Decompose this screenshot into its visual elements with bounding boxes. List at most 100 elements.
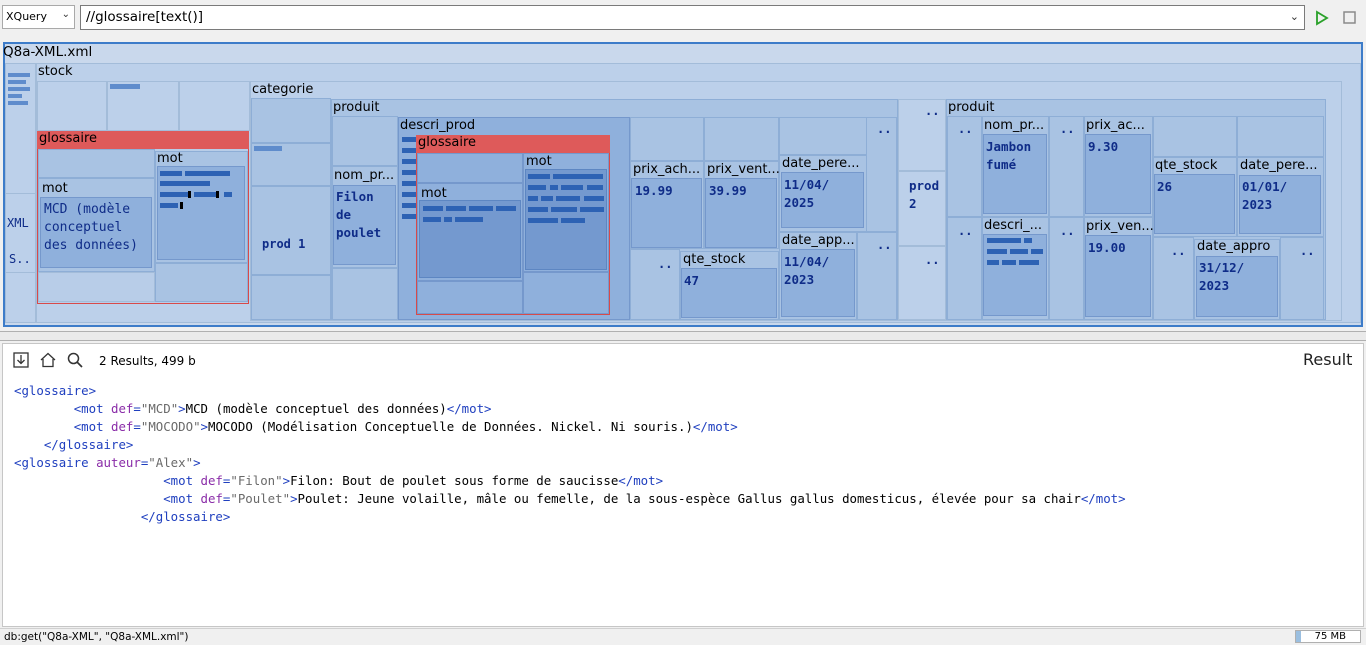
result-line: <mot def="MCD">MCD (modèle conceptuel de… [14, 400, 492, 418]
code-token-tag: > [290, 491, 298, 506]
search-icon[interactable] [66, 351, 84, 369]
map-bar [8, 87, 30, 91]
map-bar [8, 101, 28, 105]
code-token-tag: = [133, 401, 141, 416]
map-bar [1019, 260, 1039, 265]
map-node[interactable] [417, 281, 523, 314]
map-bar [188, 191, 191, 198]
code-token-text: Filon: Bout de poulet sous forme de sauc… [290, 473, 619, 488]
map-bar [160, 203, 178, 208]
map-node[interactable] [251, 275, 331, 320]
map-bar [528, 218, 558, 223]
code-token-tag: </glossaire> [140, 509, 231, 524]
map-bar [8, 94, 22, 98]
map-bar [455, 217, 483, 222]
map-node[interactable] [417, 153, 523, 183]
map-bar [402, 192, 416, 197]
map-node[interactable] [37, 81, 107, 131]
map-node-value: 47 [684, 273, 700, 288]
map-bar [194, 192, 216, 197]
map-bar [528, 185, 546, 190]
map-node-value: Filon de poulet [336, 189, 382, 240]
map-node[interactable] [630, 249, 680, 320]
map-node-value: 19.99 [635, 183, 673, 198]
map-bar [110, 84, 140, 89]
map-node[interactable] [38, 272, 155, 302]
map-node-label: descri_prod [400, 118, 476, 133]
map-node[interactable] [251, 98, 331, 143]
map-node[interactable] [251, 186, 331, 275]
map-node-label: nom_pr... [334, 168, 395, 183]
map-node-label: mot [42, 181, 68, 196]
map-node-value: MCD (modèle conceptuel des données) [44, 202, 138, 253]
result-count: 2 Results, 499 b [99, 354, 196, 368]
mode-select[interactable]: XQuery ⌄ [2, 5, 75, 29]
map-node-label: S.. [9, 252, 31, 266]
map-node[interactable] [155, 263, 248, 302]
export-icon[interactable] [12, 351, 30, 369]
map-node-value: 01/01/ 2023 [1242, 179, 1288, 212]
map-node-label: .. [958, 122, 973, 136]
map-node[interactable] [179, 81, 250, 131]
map-node[interactable] [38, 149, 155, 178]
code-token-text: MCD (modèle conceptuel des données) [185, 401, 447, 416]
home-icon[interactable] [39, 351, 57, 369]
map-bar [1002, 260, 1016, 265]
stop-icon[interactable] [1340, 8, 1360, 28]
map-bar [402, 159, 416, 164]
query-input[interactable]: //glossaire[text()] ⌄ [80, 5, 1305, 30]
map-node[interactable] [1153, 116, 1237, 157]
map-bar [1031, 249, 1043, 254]
map-bar [584, 196, 604, 201]
result-line: </glossaire> [14, 508, 231, 526]
map-node-label: .. [1060, 224, 1075, 238]
code-token-attr: def [111, 419, 134, 434]
map-node-label: XML [7, 216, 29, 230]
map-node[interactable] [523, 272, 609, 314]
map-node[interactable] [779, 117, 867, 155]
map-node-label: glossaire [37, 131, 249, 149]
code-token-tag: </mot> [1080, 491, 1126, 506]
map-node[interactable] [1237, 116, 1324, 157]
map-node-label: date_pere... [782, 156, 860, 171]
map-node-label: produit [333, 100, 380, 115]
run-icon[interactable] [1311, 8, 1331, 28]
chevron-down-icon[interactable]: ⌄ [1290, 10, 1299, 23]
map-node-label: date_appro [1197, 239, 1271, 254]
map-bar [8, 80, 26, 84]
code-token-tag: </mot> [446, 401, 492, 416]
map-node-text[interactable] [419, 200, 521, 278]
map-node-label: stock [38, 64, 73, 79]
code-token-tag: <mot [163, 473, 201, 488]
map-node[interactable] [704, 117, 779, 161]
map-bar [561, 218, 585, 223]
map-bar [423, 206, 443, 211]
chevron-down-icon: ⌄ [61, 9, 70, 20]
map-bar [402, 181, 416, 186]
code-token-tag: <mot [73, 401, 111, 416]
code-token-tag: </glossaire> [43, 437, 134, 452]
map-bar [160, 171, 182, 176]
memory-indicator[interactable]: 75 MB [1295, 630, 1361, 643]
map-node-label: .. [877, 238, 892, 252]
map-node-label: .. [958, 224, 973, 238]
result-line: </glossaire> [14, 436, 134, 454]
map-node-label: qte_stock [683, 252, 746, 267]
map-bar [180, 202, 183, 209]
map-node-label: descri_... [984, 218, 1043, 233]
map-node[interactable] [332, 268, 398, 320]
map-node-label: .. [658, 257, 673, 271]
panel-splitter[interactable] [0, 331, 1366, 341]
map-node[interactable] [332, 116, 398, 166]
map-bar [556, 196, 580, 201]
map-bar [8, 73, 30, 77]
map-bar [224, 192, 232, 197]
map-bar [185, 171, 230, 176]
map-node[interactable] [630, 117, 704, 161]
code-token-tag: > [200, 419, 209, 434]
code-token-tag: </mot> [692, 419, 738, 434]
map-bar [254, 146, 282, 151]
map-node-text[interactable] [983, 234, 1047, 316]
map-node-label: categorie [252, 82, 314, 97]
code-token-tag: <glossaire> [14, 383, 97, 398]
